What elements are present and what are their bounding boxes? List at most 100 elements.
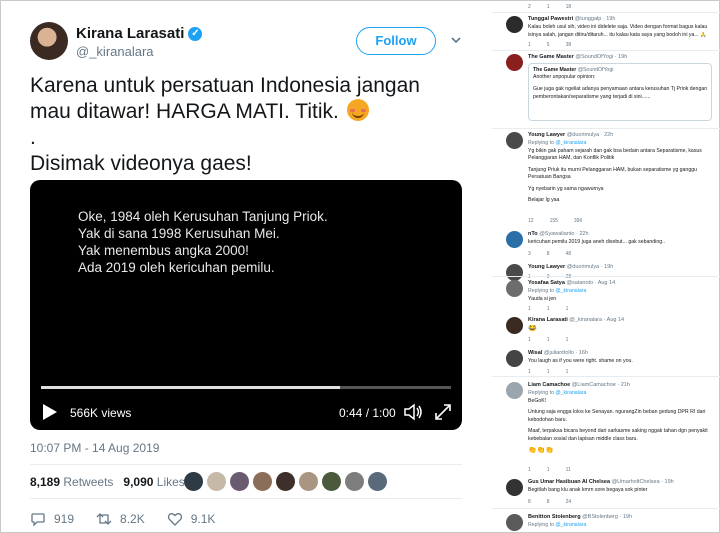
reply-header: Wisal @julianttollo · 16h	[528, 350, 588, 356]
reply-header: Kirana Larasati @_kiranalara · Aug 14	[528, 317, 625, 323]
reply-actions: 1 5 38	[528, 42, 571, 48]
reply-count[interactable]: 2	[528, 4, 531, 10]
like-count[interactable]: 396	[574, 218, 582, 224]
tweet-line: .	[30, 126, 36, 149]
avatar[interactable]	[506, 264, 523, 281]
reply-text: Replying to @_kiranalara Yauda si jen	[528, 288, 587, 302]
retweets-stat[interactable]: 8,189 Retweets	[30, 475, 113, 489]
follow-button[interactable]: Follow	[356, 27, 436, 55]
reply-count[interactable]: 12	[528, 218, 534, 224]
reply-text: Replying to @_kiranalara	[528, 522, 587, 528]
chevron-down-icon[interactable]	[451, 35, 461, 45]
divider	[492, 508, 720, 509]
reply-header: nTo @Syawalianto · 22h	[528, 231, 589, 237]
like-count[interactable]: 11	[566, 467, 571, 473]
divider	[30, 464, 462, 465]
reply-count[interactable]: 1	[528, 467, 531, 473]
avatar[interactable]	[230, 472, 249, 491]
like-count[interactable]: 38	[566, 42, 572, 48]
like-count[interactable]: 1	[566, 337, 569, 343]
avatar[interactable]	[207, 472, 226, 491]
retweet-count[interactable]: 1	[547, 4, 550, 10]
reply-actions: 8 8 24	[528, 499, 571, 505]
reply-count[interactable]: 1	[528, 42, 531, 48]
reply-header: The Game Master @SoundOfYogi · 19h	[528, 54, 628, 60]
reply-icon	[31, 513, 45, 527]
divider	[492, 12, 720, 13]
retweet-count[interactable]: 1	[547, 337, 550, 343]
avatar[interactable]	[30, 22, 68, 60]
retweet-count[interactable]: 5	[547, 42, 550, 48]
retweet-count[interactable]: 1	[547, 467, 550, 473]
reply-text: Kalau boleh usul sih, video ini didelete…	[528, 24, 708, 38]
retweet-count[interactable]: 1	[547, 306, 550, 312]
retweet-button[interactable]: 8.2K	[96, 511, 145, 527]
volume-icon[interactable]	[403, 402, 423, 422]
like-count[interactable]: 24	[566, 499, 572, 505]
reply-actions: 2 1 18	[528, 4, 571, 10]
reply-actions: 12 155 396	[528, 218, 582, 224]
avatar[interactable]	[506, 317, 523, 334]
retweet-count[interactable]: 1	[547, 369, 550, 375]
avatar[interactable]	[506, 54, 523, 71]
retweet-count[interactable]: 8	[547, 499, 550, 505]
main-tweet: Kirana Larasati ✓ @_kiranalara Follow Ka…	[0, 0, 484, 533]
avatar[interactable]	[506, 350, 523, 367]
reply-count[interactable]: 1	[528, 369, 531, 375]
avatar[interactable]	[299, 472, 318, 491]
reply-header: Young Lawyer @duorimulya · 22h	[528, 132, 614, 138]
author-name[interactable]: Kirana Larasati	[76, 25, 184, 42]
video-caption: Oke, 1984 oleh Kerusuhan Tanjung Priok. …	[78, 209, 328, 275]
reply-header: Benitton Stolenberg @BStolenberg · 19h	[528, 514, 633, 520]
reply-count[interactable]: 8	[528, 499, 531, 505]
author-handle[interactable]: @_kiranalara	[76, 44, 154, 59]
reply-button[interactable]: 919	[30, 511, 74, 527]
avatar[interactable]	[506, 132, 523, 149]
video-time: 0:44 / 1:00	[339, 406, 396, 420]
avatar[interactable]	[506, 280, 523, 297]
avatar[interactable]	[276, 472, 295, 491]
video-player[interactable]: Oke, 1984 oleh Kerusuhan Tanjung Priok. …	[30, 180, 462, 430]
like-count[interactable]: 18	[566, 4, 572, 10]
avatar[interactable]	[368, 472, 387, 491]
liker-avatars	[184, 472, 387, 491]
fullscreen-icon[interactable]	[433, 402, 453, 422]
divider	[30, 498, 462, 499]
avatar[interactable]	[345, 472, 364, 491]
reply-count[interactable]: 3	[528, 251, 531, 257]
reply-count[interactable]: 1	[528, 306, 531, 312]
like-button[interactable]: 9.1K	[167, 511, 215, 527]
avatar[interactable]	[506, 514, 523, 531]
video-progress-bar[interactable]	[41, 386, 451, 389]
avatar[interactable]	[506, 231, 523, 248]
like-count[interactable]: 1	[566, 369, 569, 375]
reply-actions: 1 1 1	[528, 337, 568, 343]
engagement-stats: 8,189 Retweets 9,090 Likes	[30, 475, 195, 489]
tweet-actions: 919 8.2K 9.1K	[30, 511, 237, 527]
retweet-icon	[96, 513, 112, 525]
quoted-tweet[interactable]: The Game Master @SoundOfYogi Another unp…	[528, 63, 712, 121]
like-count[interactable]: 1	[566, 306, 569, 312]
divider	[492, 276, 720, 277]
retweet-count[interactable]: 155	[550, 218, 558, 224]
retweet-count[interactable]: 8	[547, 251, 550, 257]
avatar[interactable]	[322, 472, 341, 491]
reply-header: Yosafaa Satya @satanoto · Aug 14	[528, 280, 616, 286]
verified-badge-icon: ✓	[188, 26, 203, 41]
reply-count[interactable]: 1	[528, 337, 531, 343]
tweet-timestamp[interactable]: 10:07 PM - 14 Aug 2019	[30, 441, 159, 455]
avatar[interactable]	[506, 382, 523, 399]
reply-text: You laugh as if you were right. shame on…	[528, 358, 633, 364]
avatar[interactable]	[506, 16, 523, 33]
reply-header: Gus Umar Hasibuan Al Chelsea @UmarholtCh…	[528, 479, 674, 485]
author-name-row[interactable]: Kirana Larasati ✓	[76, 25, 203, 42]
avatar[interactable]	[253, 472, 272, 491]
likes-stat[interactable]: 9,090 Likes	[123, 475, 184, 489]
avatar[interactable]	[506, 479, 523, 496]
reply-actions: 1 1 1	[528, 369, 568, 375]
avatar[interactable]	[184, 472, 203, 491]
play-icon[interactable]	[42, 403, 58, 421]
heart-icon	[167, 513, 182, 526]
tweet-line: Karena untuk persatuan Indonesia jangan	[30, 74, 420, 97]
like-count[interactable]: 48	[566, 251, 572, 257]
